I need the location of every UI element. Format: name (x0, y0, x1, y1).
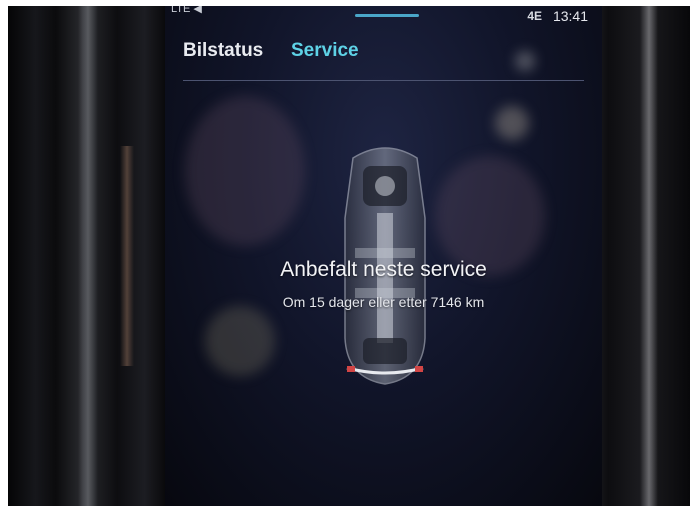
car-center-console-photo: LTE ◀ 4E 13:41 Bilstatus Service Anbefal… (8, 6, 690, 506)
status-bar: LTE ◀ 4E 13:41 (165, 6, 602, 28)
bezel-reflection-left (78, 6, 98, 506)
tab-bar: Bilstatus Service (183, 36, 584, 81)
status-left-indicator: LTE ◀ (171, 6, 202, 15)
glass-smudge (495, 106, 529, 140)
glass-reflection (185, 96, 305, 246)
service-details: Om 15 dager eller etter 7146 km (282, 294, 485, 310)
clock-time: 13:41 (552, 8, 588, 24)
glass-smudge (205, 306, 275, 376)
tab-bilstatus[interactable]: Bilstatus (183, 40, 263, 62)
tab-service[interactable]: Service (291, 40, 359, 62)
infotainment-screen: LTE ◀ 4E 13:41 Bilstatus Service Anbefal… (165, 6, 602, 506)
bezel-reflection-right (640, 6, 658, 506)
service-title: Anbefalt neste service (280, 258, 487, 281)
status-center-handle[interactable] (355, 14, 419, 17)
network-indicator: 4E (527, 9, 542, 23)
bezel-reflection-left-inner (120, 146, 134, 366)
